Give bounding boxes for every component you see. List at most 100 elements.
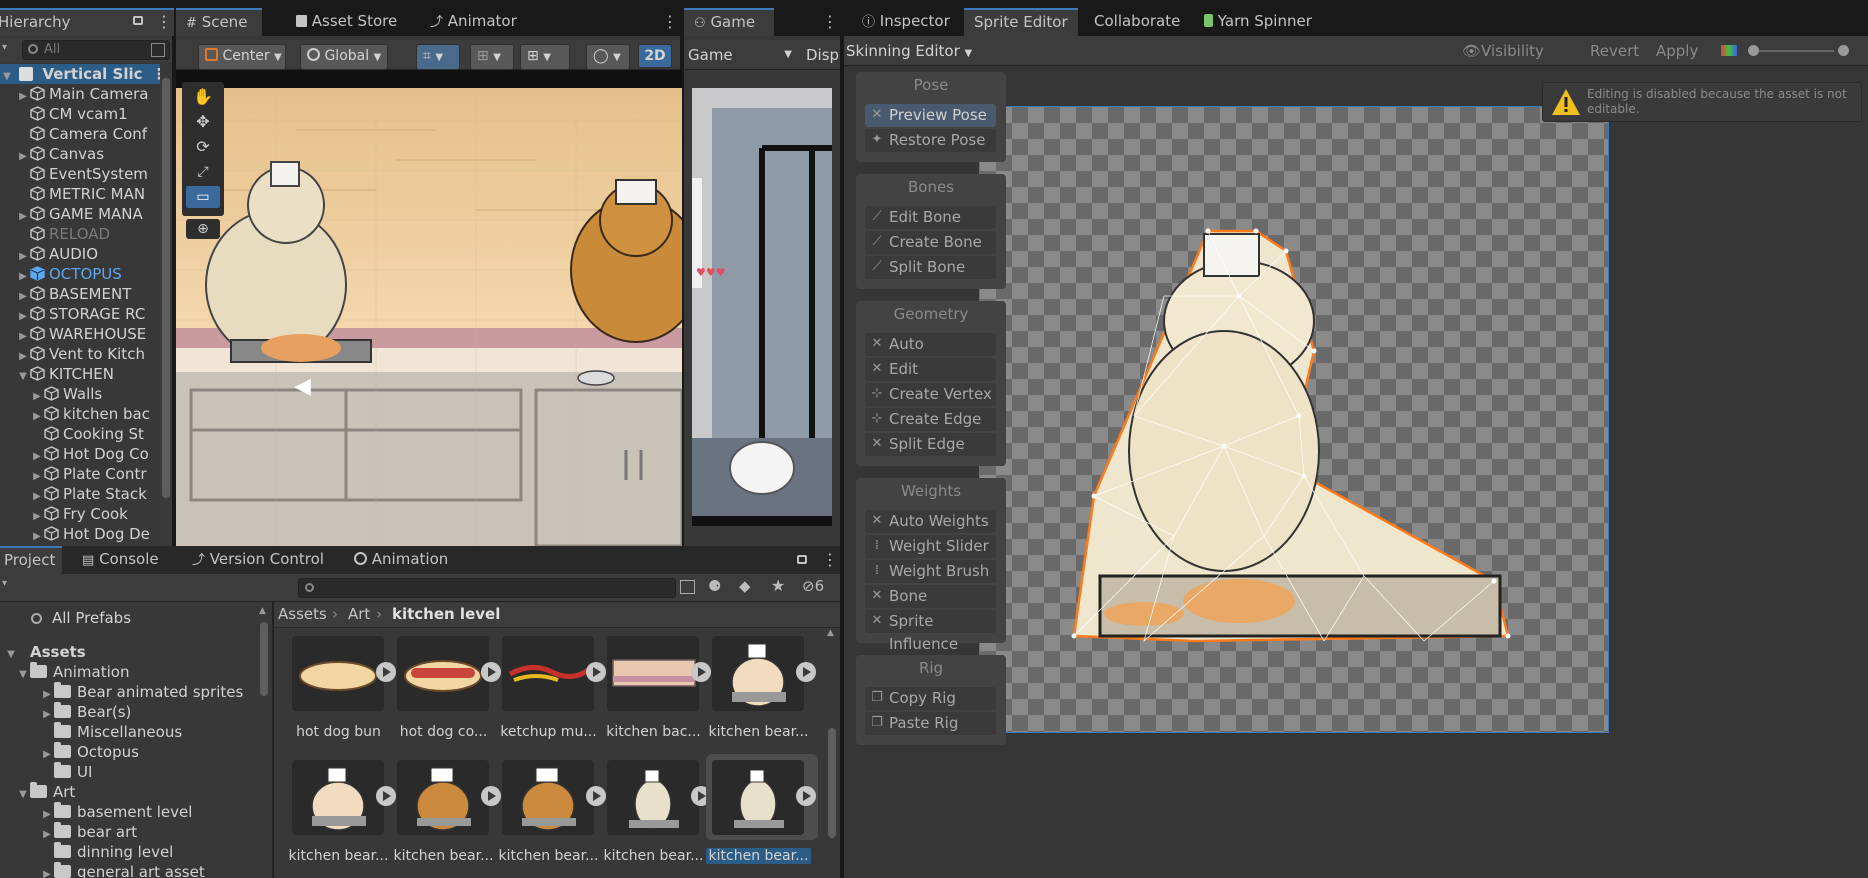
hierarchy-item[interactable]: ▶ Fry Cook [0,504,160,524]
auto-weights-button[interactable]: ✕ Auto Weights [865,510,996,533]
favorites-row[interactable]: All Prefabs [0,608,131,628]
paste-rig-button[interactable]: ❐ Paste Rig [865,712,996,735]
pivot-dropdown[interactable]: Center ▼ [198,44,286,70]
project-folder-item[interactable]: ▼ Assets [0,642,258,662]
expand-arrow-icon[interactable]: ▶ [16,307,30,324]
space-dropdown[interactable]: Global ▼ [300,44,388,70]
hierarchy-item[interactable]: ▶ GAME MANA [0,204,160,224]
hierarchy-item[interactable]: ▶ BASEMENT [0,284,160,304]
tab-console[interactable]: ▤ Console [72,546,169,574]
scroll-up-arrow[interactable]: ▲ [827,628,834,638]
tab-scene[interactable]: # Scene [176,8,262,36]
expand-arrow-icon[interactable]: ▶ [40,705,54,722]
project-folder-item[interactable]: ▶ general art asset [0,862,258,878]
hierarchy-item[interactable]: Camera Conf [0,124,160,144]
tab-hierarchy[interactable]: Hierarchy [0,8,174,36]
tab-yarn-spinner[interactable]: Yarn Spinner [1194,8,1322,36]
mode-2d-toggle[interactable]: 2D [638,44,672,68]
hierarchy-item[interactable]: CM vcam1 [0,104,160,124]
expand-sprites-icon[interactable] [376,786,396,806]
display-dropdown[interactable]: Disp [806,44,839,66]
asset-item[interactable]: ketchup mu... [500,636,612,756]
preview-pose-button[interactable]: ✕ Preview Pose [865,104,996,127]
project-folder-item[interactable]: ▶ bear art [0,822,258,842]
hierarchy-item[interactable]: ▶ Plate Contr [0,464,160,484]
hierarchy-item[interactable]: ▶ Hot Dog Co [0,444,160,464]
hierarchy-item[interactable]: ▶ kitchen bac [0,404,160,424]
collapse-arrow-icon[interactable]: ▼ [16,785,30,802]
tab-project[interactable]: Project [0,546,62,574]
collapse-arrow-icon[interactable]: ▼ [4,645,18,662]
game-viewport[interactable]: ♥♥♥ [692,88,832,526]
weight-slider-button[interactable]: ⁞ Weight Slider [865,535,996,558]
asset-item[interactable]: kitchen bear... [709,636,822,756]
edit-geometry-button[interactable]: ✕Edit Geometry [865,358,996,401]
hierarchy-item[interactable]: ▶ AUDIO [0,244,160,264]
asset-item[interactable]: kitchen bear... [289,760,402,878]
hierarchy-item[interactable]: ▶ Vent to Kitch [0,344,160,364]
visibility-button[interactable]: 👁Visibility [1462,40,1544,62]
project-folder-item[interactable]: ▶ Octopus [0,742,258,762]
hierarchy-scrollbar[interactable] [160,74,172,544]
auto-geometry-button[interactable]: ✕Auto Geometry [865,333,996,376]
asset-item[interactable]: hot dog bun [292,636,402,756]
expand-sprites-icon[interactable] [481,786,501,806]
expand-arrow-icon[interactable]: ▶ [40,865,54,878]
expand-arrow-icon[interactable]: ▶ [30,387,44,404]
hierarchy-item[interactable]: ▶ STORAGE RC [0,304,160,324]
lock-icon[interactable] [797,555,807,564]
expand-arrow-icon[interactable]: ▶ [30,487,44,504]
expand-sprites-icon[interactable] [796,786,816,806]
expand-arrow-icon[interactable]: ▶ [16,247,30,264]
tab-inspector[interactable]: ⓘ Inspector [852,8,960,36]
scene-kebab-icon[interactable]: ⋮ [152,65,160,83]
move-tool-icon[interactable]: ✥ [186,111,220,133]
project-folder-item[interactable]: UI [0,762,258,782]
hierarchy-item[interactable]: ▼ KITCHEN [0,364,160,384]
filter-label-icon[interactable]: ◆ [739,577,751,595]
scroll-up-arrow[interactable]: ▲ [259,606,266,616]
project-folder-item[interactable]: ▼ Animation [0,662,258,682]
expand-arrow-icon[interactable]: ▶ [40,685,54,702]
asset-item[interactable]: kitchen bear... [706,754,822,878]
favorite-star-icon[interactable]: ★ [771,576,785,595]
bone-influence-button[interactable]: ✕Bone Influence [865,585,996,628]
tab-sprite-editor[interactable]: Sprite Editor [964,8,1078,36]
expand-arrow-icon[interactable]: ▶ [40,825,54,842]
sprite-influence-button[interactable]: ✕ Sprite Influence [865,610,996,653]
search-options-icon[interactable] [151,43,165,57]
snap-toggle[interactable]: ⌗ ▼ [416,44,460,70]
expand-arrow-icon[interactable]: ▶ [40,805,54,822]
grid-snap-button[interactable]: ⊞ ▼ [470,44,514,70]
expand-arrow-icon[interactable]: ▶ [16,327,30,344]
scrollbar-thumb[interactable] [260,622,268,696]
split-bone-button[interactable]: ⟋ Split Bone [865,256,996,279]
expand-sprites-icon[interactable] [796,662,816,682]
collapse-arrow-icon[interactable]: ▼ [0,67,14,84]
scale-tool-icon[interactable]: ⤢ [186,161,220,183]
expand-arrow-icon[interactable]: ▶ [30,447,44,464]
project-folder-item[interactable]: ▶ Bear animated sprites [0,682,258,702]
draw-mode-button[interactable]: ◯ ▼ [586,44,630,70]
project-folder-item[interactable]: ▶ Bear(s) [0,702,258,722]
copy-rig-button[interactable]: ❐ Copy Rig [865,687,996,710]
project-search-field[interactable] [298,578,676,598]
expand-arrow-icon[interactable]: ▶ [16,287,30,304]
hierarchy-search-field[interactable]: All [22,40,170,60]
expand-arrow-icon[interactable]: ▶ [30,507,44,524]
expand-arrow-icon[interactable]: ▶ [30,467,44,484]
breadcrumb-art[interactable]: Art [348,605,370,623]
add-dropdown-icon[interactable]: ▾ [2,42,7,53]
rotate-tool-icon[interactable]: ⟳ [186,136,220,158]
transform-all-tool-icon[interactable]: ⊕ [186,219,220,239]
tab-game[interactable]: ⚇ Game [684,8,774,36]
create-bone-button[interactable]: ⟋ Create Bone [865,231,996,254]
edit-bone-button[interactable]: ⟋ Edit Bone [865,206,996,229]
expand-arrow-icon[interactable]: ▶ [16,87,30,104]
search-scope-icon[interactable] [680,580,695,594]
apply-button[interactable]: Apply [1656,40,1698,62]
restore-pose-button[interactable]: ✦ Restore Pose [865,129,996,152]
sprite-canvas[interactable]: Editing is disabled because the asset is… [844,66,1868,878]
expand-sprites-icon[interactable] [376,662,396,682]
editor-mode-dropdown[interactable]: Skinning Editor ▼ [846,40,972,62]
